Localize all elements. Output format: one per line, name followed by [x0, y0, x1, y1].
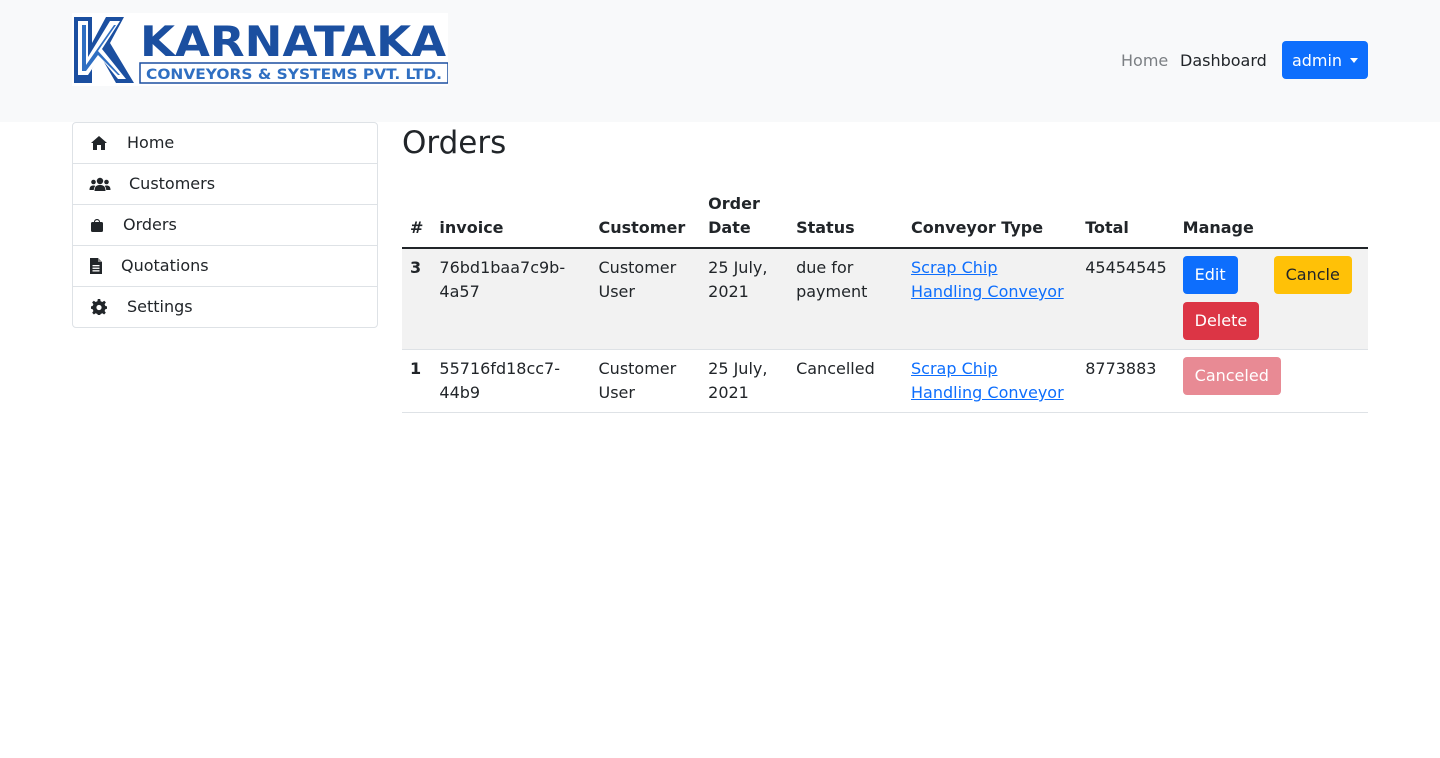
- order-status: due for payment: [788, 248, 904, 350]
- brand-logo[interactable]: KARNATAKA CONVEYORS & SYSTEMS PVT. LTD.: [72, 13, 448, 86]
- sidebar-item-orders[interactable]: Orders: [73, 205, 377, 246]
- sidebar-item-quotations[interactable]: Quotations: [73, 246, 377, 287]
- nav-home-link[interactable]: Home: [1121, 51, 1168, 71]
- orders-table: # invoice Customer Order Date Status Con…: [402, 190, 1368, 413]
- edit-button[interactable]: Edit: [1182, 256, 1238, 294]
- order-manage-cell: Canceled: [1174, 349, 1368, 413]
- sidebar: Home Customers Orders Quotations Setting…: [72, 122, 378, 328]
- delete-button[interactable]: Delete: [1182, 302, 1260, 340]
- conveyor-type-link[interactable]: Scrap Chip Handling Conveyor: [911, 359, 1064, 402]
- column-header-total: Total: [1077, 190, 1175, 249]
- cancel-order-button[interactable]: Cancle: [1273, 256, 1352, 294]
- order-total: 45454545: [1077, 248, 1175, 350]
- table-row: 1 55716fd18cc7-44b9 Customer User 25 Jul…: [402, 349, 1368, 413]
- column-header-status: Status: [788, 190, 904, 249]
- sidebar-item-home[interactable]: Home: [73, 123, 377, 164]
- column-header-invoice: invoice: [431, 190, 591, 249]
- sidebar-item-label: Orders: [123, 215, 177, 234]
- order-manage-cell: Edit Cancle Delete: [1174, 248, 1368, 350]
- sidebar-item-settings[interactable]: Settings: [73, 287, 377, 327]
- column-header-conveyor-type: Conveyor Type: [903, 190, 1078, 249]
- order-conveyor-cell: Scrap Chip Handling Conveyor: [903, 248, 1078, 350]
- file-text-icon: [89, 257, 103, 275]
- order-invoice: 76bd1baa7c9b-4a57: [431, 248, 591, 350]
- sidebar-item-customers[interactable]: Customers: [73, 164, 377, 205]
- order-customer: Customer User: [590, 349, 701, 413]
- conveyor-type-link[interactable]: Scrap Chip Handling Conveyor: [911, 258, 1064, 301]
- order-customer: Customer User: [590, 248, 701, 350]
- order-number: 3: [402, 248, 432, 350]
- order-total: 8773883: [1077, 349, 1175, 413]
- table-row: 3 76bd1baa7c9b-4a57 Customer User 25 Jul…: [402, 248, 1368, 350]
- canceled-button[interactable]: Canceled: [1182, 357, 1281, 395]
- sidebar-item-label: Quotations: [121, 256, 209, 275]
- admin-dropdown-button[interactable]: admin: [1282, 41, 1368, 79]
- column-header-customer: Customer: [590, 190, 701, 249]
- brand-name: KARNATAKA: [140, 17, 447, 66]
- top-navbar: KARNATAKA CONVEYORS & SYSTEMS PVT. LTD. …: [0, 0, 1440, 122]
- order-date: 25 July, 2021: [700, 349, 789, 413]
- column-header-manage: Manage: [1174, 190, 1368, 249]
- sidebar-item-label: Settings: [127, 297, 193, 316]
- order-number: 1: [402, 349, 432, 413]
- order-conveyor-cell: Scrap Chip Handling Conveyor: [903, 349, 1078, 413]
- gear-icon: [89, 298, 109, 316]
- page-title: Orders: [402, 125, 507, 161]
- table-header-row: # invoice Customer Order Date Status Con…: [402, 190, 1368, 249]
- nav-dashboard-link[interactable]: Dashboard: [1180, 51, 1267, 71]
- users-icon: [89, 175, 111, 193]
- sidebar-item-label: Home: [127, 133, 175, 152]
- column-header-num: #: [402, 190, 432, 249]
- order-status: Cancelled: [788, 349, 904, 413]
- sidebar-item-label: Customers: [129, 174, 216, 193]
- brand-tagline: CONVEYORS & SYSTEMS PVT. LTD.: [146, 67, 442, 83]
- admin-label: admin: [1291, 50, 1343, 70]
- column-header-order-date: Order Date: [700, 190, 789, 249]
- home-icon: [89, 134, 109, 152]
- order-date: 25 July, 2021: [700, 248, 789, 350]
- order-invoice: 55716fd18cc7-44b9: [431, 349, 591, 413]
- chevron-down-icon: [1350, 57, 1359, 63]
- shopping-bag-icon: [89, 216, 105, 234]
